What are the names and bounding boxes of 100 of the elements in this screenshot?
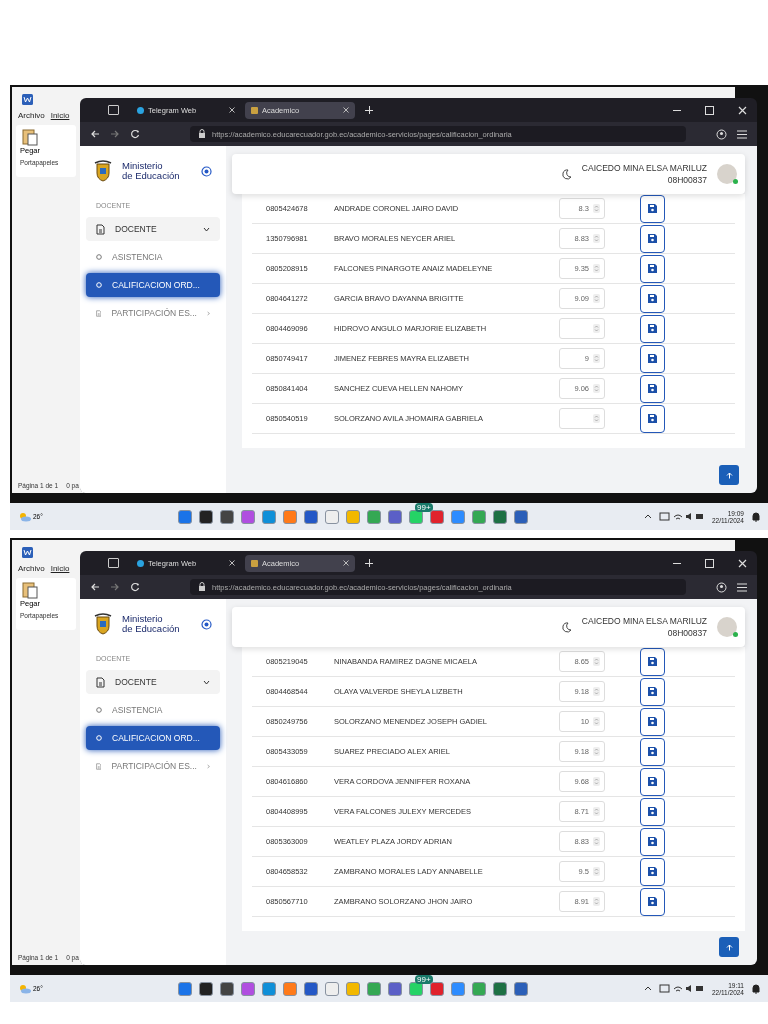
notification-badge: 99+ bbox=[415, 502, 433, 512]
chevron-down-icon bbox=[203, 226, 210, 232]
circle-icon bbox=[96, 254, 102, 260]
close-icon[interactable] bbox=[738, 105, 747, 115]
save-button[interactable] bbox=[640, 647, 665, 676]
save-button[interactable] bbox=[640, 857, 665, 886]
lock-icon[interactable] bbox=[198, 582, 206, 592]
score-field[interactable] bbox=[559, 318, 605, 339]
forward-icon[interactable] bbox=[110, 582, 120, 592]
save-button[interactable] bbox=[640, 677, 665, 706]
document-icon bbox=[96, 223, 105, 235]
notification-badge: 99+ bbox=[415, 974, 433, 984]
menu-icon[interactable] bbox=[737, 582, 747, 592]
menu-item[interactable]: DOCENTE bbox=[86, 217, 220, 241]
score-field[interactable] bbox=[559, 408, 605, 429]
ribbon-tab[interactable]: Inicio bbox=[50, 111, 70, 120]
user-code: 08H00837 bbox=[667, 628, 707, 638]
save-button[interactable] bbox=[640, 404, 665, 433]
ribbon-tab[interactable]: Archivo bbox=[18, 564, 45, 573]
save-button[interactable] bbox=[640, 887, 665, 916]
user-code: 08H00837 bbox=[667, 175, 707, 185]
back-icon[interactable] bbox=[90, 129, 100, 139]
app-icon[interactable] bbox=[220, 509, 234, 524]
close-tab-icon[interactable] bbox=[343, 560, 349, 566]
chevron-down-icon bbox=[203, 679, 210, 685]
menu-icon[interactable] bbox=[737, 129, 747, 139]
brand-name: Ministerio de Educación bbox=[122, 160, 181, 182]
word-icon[interactable] bbox=[22, 94, 33, 105]
menu-item[interactable]: ASISTENCIA bbox=[86, 245, 220, 269]
maximize-icon[interactable] bbox=[705, 558, 714, 568]
account-icon[interactable] bbox=[716, 128, 727, 140]
word-icon[interactable] bbox=[22, 547, 33, 558]
save-button[interactable] bbox=[640, 344, 665, 373]
lock-icon[interactable] bbox=[198, 129, 206, 139]
save-button[interactable] bbox=[640, 224, 665, 253]
save-button[interactable] bbox=[640, 284, 665, 313]
chevron-right-icon bbox=[206, 762, 210, 770]
minimize-icon[interactable] bbox=[673, 109, 681, 111]
user-name: CAICEDO MINA ELSA MARILUZ bbox=[581, 163, 707, 173]
menu-item[interactable]: ASISTENCIA bbox=[86, 698, 220, 722]
menu-item[interactable]: DOCENTE bbox=[86, 670, 220, 694]
save-button[interactable] bbox=[640, 194, 665, 223]
forward-icon[interactable] bbox=[110, 129, 120, 139]
document-icon bbox=[96, 676, 105, 688]
circle-icon bbox=[96, 282, 102, 288]
save-button[interactable] bbox=[640, 767, 665, 796]
menu-item[interactable]: CALIFICACION ORD... bbox=[86, 726, 220, 750]
save-button[interactable] bbox=[640, 254, 665, 283]
account-icon[interactable] bbox=[716, 581, 727, 593]
scroll-to-top-button[interactable] bbox=[719, 465, 739, 485]
tray-icons-drawing[interactable] bbox=[643, 512, 704, 521]
document-icon bbox=[96, 760, 102, 772]
close-tab-icon[interactable] bbox=[229, 560, 235, 566]
back-icon[interactable] bbox=[90, 582, 100, 592]
save-button[interactable] bbox=[640, 707, 665, 736]
chevron-right-icon bbox=[206, 309, 210, 317]
close-tab-icon[interactable] bbox=[343, 107, 349, 113]
menu-item[interactable]: CALIFICACION ORD... bbox=[86, 273, 220, 297]
save-button[interactable] bbox=[640, 827, 665, 856]
radio-toggle-icon[interactable] bbox=[201, 618, 212, 630]
maximize-icon[interactable] bbox=[705, 105, 714, 115]
coat-of-arms-icon bbox=[94, 160, 112, 182]
favicon-icon bbox=[251, 106, 258, 114]
moon-icon[interactable] bbox=[560, 621, 572, 633]
save-button[interactable] bbox=[640, 314, 665, 343]
app-icon[interactable] bbox=[199, 981, 213, 996]
save-button[interactable] bbox=[640, 797, 665, 826]
avatar[interactable] bbox=[717, 617, 737, 637]
reload-icon[interactable] bbox=[130, 129, 140, 139]
clipboard-icon bbox=[22, 581, 38, 599]
radio-toggle-icon[interactable] bbox=[201, 165, 212, 177]
bell-icon[interactable] bbox=[752, 983, 760, 994]
avatar[interactable] bbox=[717, 164, 737, 184]
tab-list-icon[interactable] bbox=[108, 558, 119, 568]
document-icon bbox=[96, 307, 102, 319]
save-button[interactable] bbox=[640, 374, 665, 403]
bell-icon[interactable] bbox=[752, 511, 760, 522]
scroll-to-top-button[interactable] bbox=[719, 937, 739, 957]
close-tab-icon[interactable] bbox=[229, 107, 235, 113]
close-icon[interactable] bbox=[738, 558, 747, 568]
favicon-icon bbox=[137, 559, 144, 567]
arrow-up-icon bbox=[725, 471, 733, 479]
minimize-icon[interactable] bbox=[673, 562, 681, 564]
ribbon-tab[interactable]: Inicio bbox=[50, 564, 70, 573]
app-icon[interactable] bbox=[220, 981, 234, 996]
tab-list-icon[interactable] bbox=[108, 105, 119, 115]
arrow-up-icon bbox=[725, 943, 733, 951]
menu-item[interactable]: PARTICIPACIÓN ES... bbox=[86, 754, 220, 778]
circle-icon bbox=[96, 735, 102, 741]
coat-of-arms-icon bbox=[94, 613, 112, 635]
favicon-icon bbox=[137, 106, 144, 114]
tray-icons-drawing[interactable] bbox=[643, 984, 704, 993]
menu-item[interactable]: PARTICIPACIÓN ES... bbox=[86, 301, 220, 325]
clipboard-icon bbox=[22, 128, 38, 146]
reload-icon[interactable] bbox=[130, 582, 140, 592]
moon-icon[interactable] bbox=[560, 168, 572, 180]
save-button[interactable] bbox=[640, 737, 665, 766]
brand-name: Ministerio de Educación bbox=[122, 613, 181, 635]
app-icon[interactable] bbox=[199, 509, 213, 524]
ribbon-tab[interactable]: Archivo bbox=[18, 111, 45, 120]
